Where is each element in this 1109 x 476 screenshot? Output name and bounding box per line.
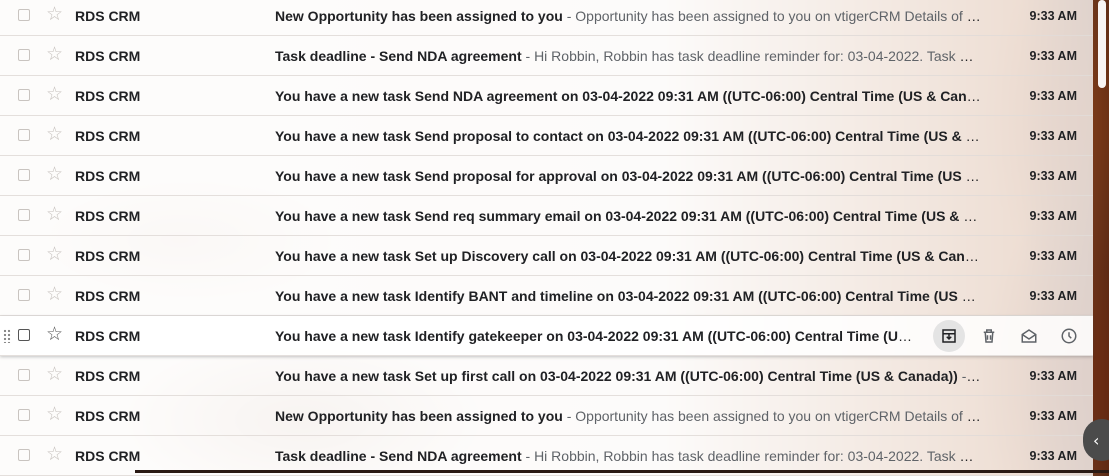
email-content: You have a new task Send proposal for ap… — [275, 168, 983, 184]
star-icon[interactable]: ☆ — [46, 365, 63, 385]
email-subject: New Opportunity has been assigned to you — [275, 8, 563, 24]
email-row[interactable]: ☆ RDS CRM You have a new task Send proposa… — [0, 156, 1093, 196]
sender-name: RDS CRM — [75, 408, 141, 424]
star-icon[interactable]: ☆ — [46, 85, 63, 105]
email-time: 9:33 AM — [1029, 89, 1077, 103]
email-content: You have a new task Send req summary ema… — [275, 208, 983, 224]
email-snippet: - Hi Robbin, Robbin has task deadline re… — [521, 448, 984, 464]
email-content: You have a new task Send proposal to con… — [275, 128, 983, 144]
email-content: You have a new task Identify gatekeeper … — [275, 328, 915, 344]
email-time: 9:33 AM — [1029, 209, 1077, 223]
email-subject: New Opportunity has been assigned to you — [275, 408, 563, 424]
email-content: You have a new task Identify BANT and ti… — [275, 288, 983, 304]
select-checkbox[interactable] — [18, 9, 30, 21]
email-time: 9:33 AM — [1029, 129, 1077, 143]
star-icon[interactable]: ☆ — [46, 205, 63, 225]
email-time: 9:33 AM — [1029, 249, 1077, 263]
email-time: 9:33 AM — [1029, 9, 1077, 23]
sender-name: RDS CRM — [75, 328, 141, 344]
email-subject: You have a new task Identify gatekeeper … — [275, 328, 915, 344]
archive-icon[interactable] — [933, 320, 965, 352]
email-content: Task deadline - Send NDA agreement - Hi … — [275, 48, 983, 64]
email-time: 9:33 AM — [1029, 49, 1077, 63]
email-row[interactable]: ☆ RDS CRM You have a new task Set up first… — [0, 356, 1093, 396]
email-subject: Task deadline - Send NDA agreement — [275, 448, 522, 464]
email-time: 9:33 AM — [1029, 289, 1077, 303]
star-icon[interactable]: ☆ — [46, 125, 63, 145]
select-checkbox[interactable] — [18, 129, 30, 141]
email-content: You have a new task Set up Discovery cal… — [275, 248, 983, 264]
select-checkbox[interactable] — [18, 169, 30, 181]
email-subject: You have a new task Send proposal for ap… — [275, 168, 983, 184]
select-checkbox[interactable] — [18, 249, 30, 261]
mark-read-icon[interactable] — [1013, 320, 1045, 352]
email-row[interactable]: ☆ RDS CRM You have a new task Identify gat… — [0, 316, 1093, 356]
side-panel-toggle[interactable]: ‹ — [1083, 419, 1109, 461]
email-content: New Opportunity has been assigned to you… — [275, 408, 983, 424]
email-subject: You have a new task Send proposal to con… — [275, 128, 983, 144]
sender-name: RDS CRM — [75, 288, 141, 304]
email-time: 9:33 AM — [1029, 369, 1077, 383]
scrollbar[interactable] — [1098, 0, 1106, 88]
email-subject: Task deadline - Send NDA agreement — [275, 48, 522, 64]
email-subject: You have a new task Identify BANT and ti… — [275, 288, 983, 304]
select-checkbox[interactable] — [18, 289, 30, 301]
email-row[interactable]: ☆ RDS CRM Task deadline - Send NDA agreeme… — [0, 36, 1093, 76]
email-content: You have a new task Set up first call on… — [275, 368, 983, 384]
sender-name: RDS CRM — [75, 88, 141, 104]
select-checkbox[interactable] — [18, 49, 30, 61]
sender-name: RDS CRM — [75, 208, 141, 224]
email-row[interactable]: ☆ RDS CRM You have a new task Send proposa… — [0, 116, 1093, 156]
star-icon[interactable]: ☆ — [46, 5, 63, 25]
email-snippet: - Opportunity has been assigned to you o… — [566, 408, 983, 424]
email-row[interactable]: ☆ RDS CRM You have a new task Send NDA agr… — [0, 76, 1093, 116]
email-row[interactable]: ☆ RDS CRM New Opportunity has been assigne… — [0, 396, 1093, 436]
email-row[interactable]: ☆ RDS CRM You have a new task Set up Disco… — [0, 236, 1093, 276]
star-icon[interactable]: ☆ — [46, 405, 63, 425]
select-checkbox[interactable] — [18, 89, 30, 101]
sender-name: RDS CRM — [75, 48, 141, 64]
star-icon[interactable]: ☆ — [46, 45, 63, 65]
select-checkbox[interactable] — [18, 409, 30, 421]
select-checkbox[interactable] — [18, 369, 30, 381]
email-content: You have a new task Send NDA agreement o… — [275, 88, 983, 104]
email-content: New Opportunity has been assigned to you… — [275, 8, 983, 24]
email-list: ☆ RDS CRM New Opportunity has been assigne… — [0, 0, 1093, 476]
star-icon[interactable]: ☆ — [46, 245, 63, 265]
star-icon[interactable]: ☆ — [46, 165, 63, 185]
select-checkbox[interactable] — [18, 209, 30, 221]
email-snippet: - Opportunity has been assigned to you o… — [566, 8, 983, 24]
email-row[interactable]: ☆ RDS CRM New Opportunity has been assigne… — [0, 0, 1093, 36]
select-checkbox[interactable] — [18, 449, 30, 461]
chevron-left-icon: ‹ — [1093, 430, 1100, 450]
drag-handle-icon[interactable] — [3, 329, 11, 343]
email-snippet: - Hi — [957, 368, 983, 384]
star-icon[interactable]: ☆ — [46, 285, 63, 305]
sender-name: RDS CRM — [75, 368, 141, 384]
star-icon[interactable]: ☆ — [46, 445, 63, 465]
email-subject: You have a new task Set up Discovery cal… — [275, 248, 983, 264]
email-row[interactable]: ☆ RDS CRM You have a new task Send req sum… — [0, 196, 1093, 236]
sender-name: RDS CRM — [75, 168, 141, 184]
email-time: 9:33 AM — [1029, 449, 1077, 463]
email-subject: You have a new task Set up first call on… — [275, 368, 958, 384]
sender-name: RDS CRM — [75, 128, 141, 144]
sender-name: RDS CRM — [75, 448, 141, 464]
email-time: 9:33 AM — [1029, 409, 1077, 423]
email-row[interactable]: ☆ RDS CRM You have a new task Identify BAN… — [0, 276, 1093, 316]
sender-name: RDS CRM — [75, 248, 141, 264]
select-checkbox[interactable] — [18, 329, 30, 341]
email-snippet: - Hi Robbin, Robbin has task deadline re… — [521, 48, 984, 64]
email-content: Task deadline - Send NDA agreement - Hi … — [275, 448, 983, 464]
email-subject: You have a new task Send NDA agreement o… — [275, 88, 983, 104]
email-time: 9:33 AM — [1029, 169, 1077, 183]
sender-name: RDS CRM — [75, 8, 141, 24]
trash-icon[interactable] — [973, 320, 1005, 352]
row-actions — [933, 320, 1085, 352]
email-subject: You have a new task Send req summary ema… — [275, 208, 983, 224]
snooze-icon[interactable] — [1053, 320, 1085, 352]
star-icon[interactable]: ☆ — [46, 325, 63, 345]
